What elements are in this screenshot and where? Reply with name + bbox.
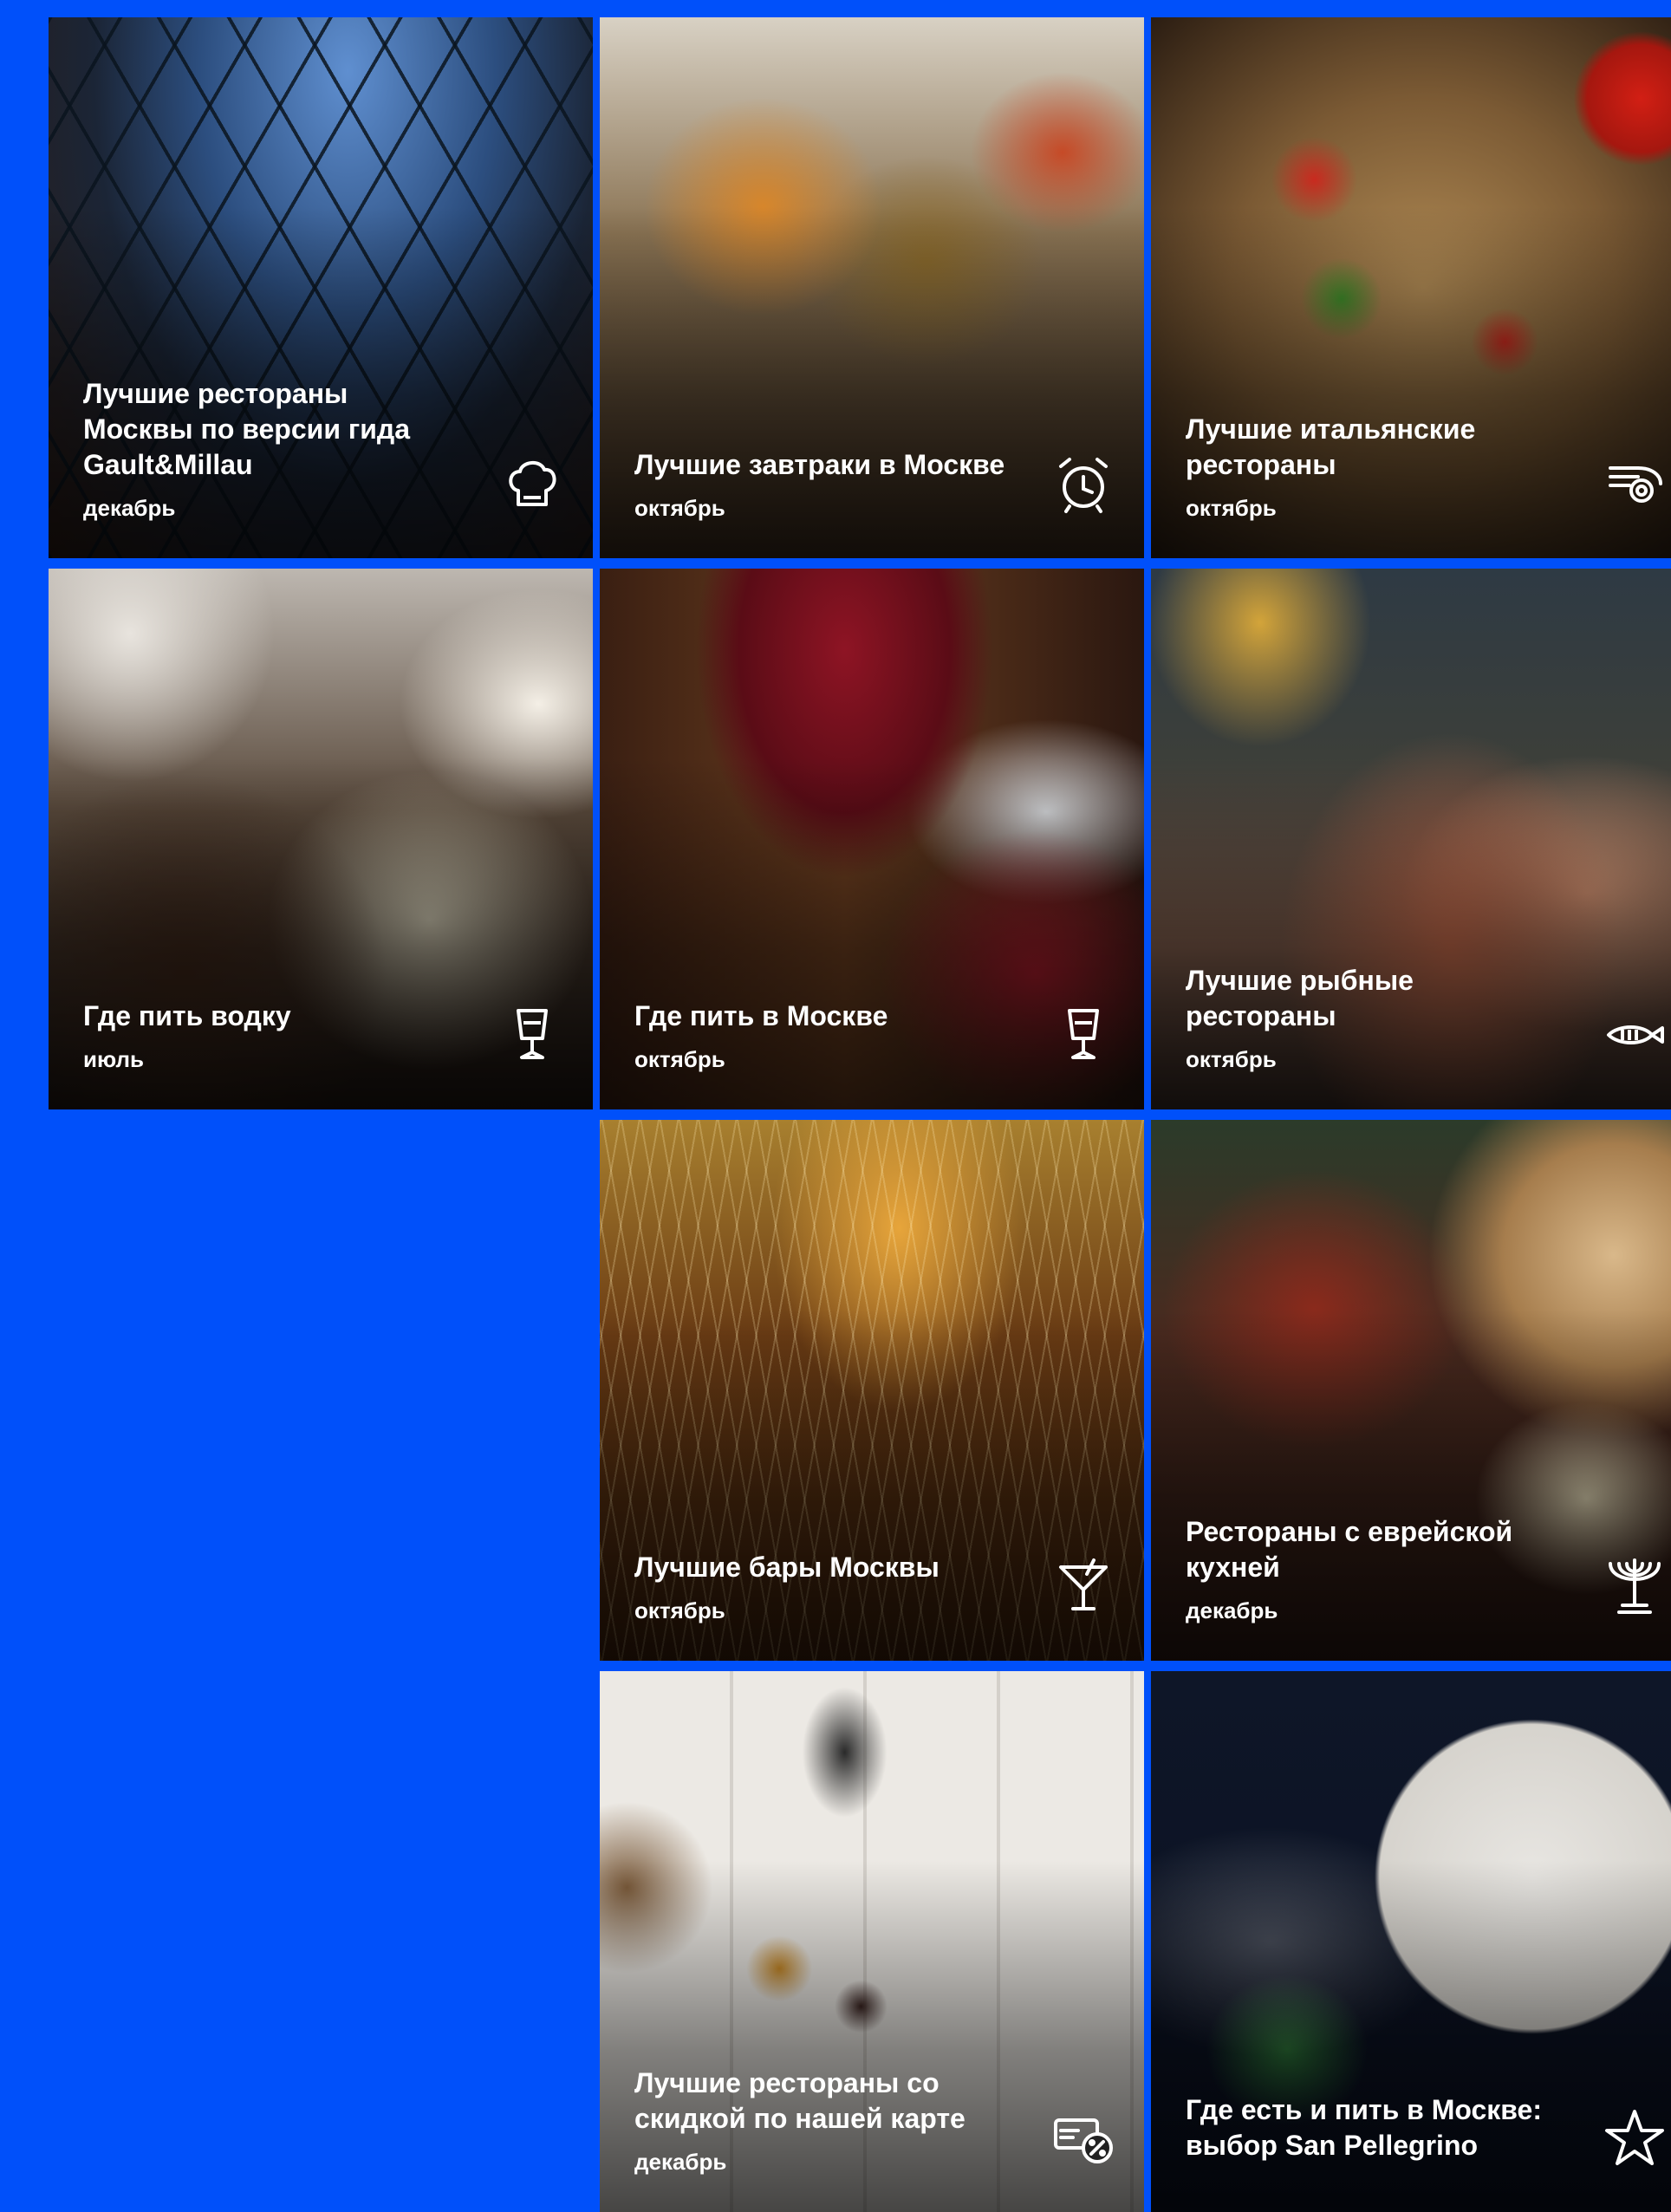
card-month: октябрь bbox=[634, 495, 725, 521]
card-italian[interactable]: Лучшие итальянские рестораны октябрь bbox=[1151, 17, 1671, 558]
shot-glass-icon bbox=[1052, 1004, 1115, 1066]
card-month: декабрь bbox=[83, 495, 176, 521]
card-title: Лучшие рыбные рестораны bbox=[1186, 965, 1414, 1031]
card-month: октябрь bbox=[634, 1046, 725, 1072]
card-month: июль bbox=[83, 1046, 145, 1072]
card-month: октябрь bbox=[1186, 1046, 1277, 1072]
menorah-icon bbox=[1603, 1555, 1666, 1617]
card-title: Лучшие завтраки в Москве bbox=[634, 449, 1005, 480]
card-fish[interactable]: Лучшие рыбные рестораны октябрь bbox=[1151, 569, 1671, 1109]
card-title: Лучшие рестораны со скидкой по нашей кар… bbox=[634, 2067, 966, 2134]
card-drink-moscow[interactable]: Где пить в Москве октябрь bbox=[600, 569, 1144, 1109]
discount-card-icon bbox=[1052, 2106, 1115, 2169]
alarm-clock-icon bbox=[1052, 452, 1115, 515]
card-title: Где пить водку bbox=[83, 1000, 291, 1031]
card-discount[interactable]: Лучшие рестораны со скидкой по нашей кар… bbox=[600, 1671, 1144, 2212]
martini-glass-icon bbox=[1052, 1555, 1115, 1617]
chef-hat-icon bbox=[501, 452, 563, 515]
card-title: Где есть и пить в Москве: выбор San Pell… bbox=[1186, 2094, 1542, 2161]
card-title: Рестораны с еврейской кухней bbox=[1186, 1516, 1513, 1583]
shot-glass-icon bbox=[501, 1004, 563, 1066]
card-san-pellegrino[interactable]: Где есть и пить в Москве: выбор San Pell… bbox=[1151, 1671, 1671, 2212]
card-title: Лучшие рестораны Москвы по версии гида G… bbox=[83, 378, 410, 480]
card-title: Где пить в Москве bbox=[634, 1000, 888, 1031]
card-month: декабрь bbox=[634, 2149, 727, 2175]
card-month: декабрь bbox=[1186, 1597, 1278, 1623]
card-breakfasts[interactable]: Лучшие завтраки в Москве октябрь bbox=[600, 17, 1144, 558]
star-icon bbox=[1603, 2106, 1666, 2169]
card-title: Лучшие итальянские рестораны bbox=[1186, 413, 1476, 480]
card-title: Лучшие бары Москвы bbox=[634, 1552, 940, 1583]
card-month: октябрь bbox=[634, 1597, 725, 1623]
pasta-fork-icon bbox=[1603, 452, 1666, 515]
card-gault-millau[interactable]: Лучшие рестораны Москвы по версии гида G… bbox=[49, 17, 593, 558]
fish-icon bbox=[1603, 1004, 1666, 1066]
card-jewish[interactable]: Рестораны с еврейской кухней декабрь bbox=[1151, 1120, 1671, 1661]
card-month: октябрь bbox=[1186, 495, 1277, 521]
card-vodka[interactable]: Где пить водку июль bbox=[49, 569, 593, 1109]
card-bars[interactable]: Лучшие бары Москвы октябрь bbox=[600, 1120, 1144, 1661]
